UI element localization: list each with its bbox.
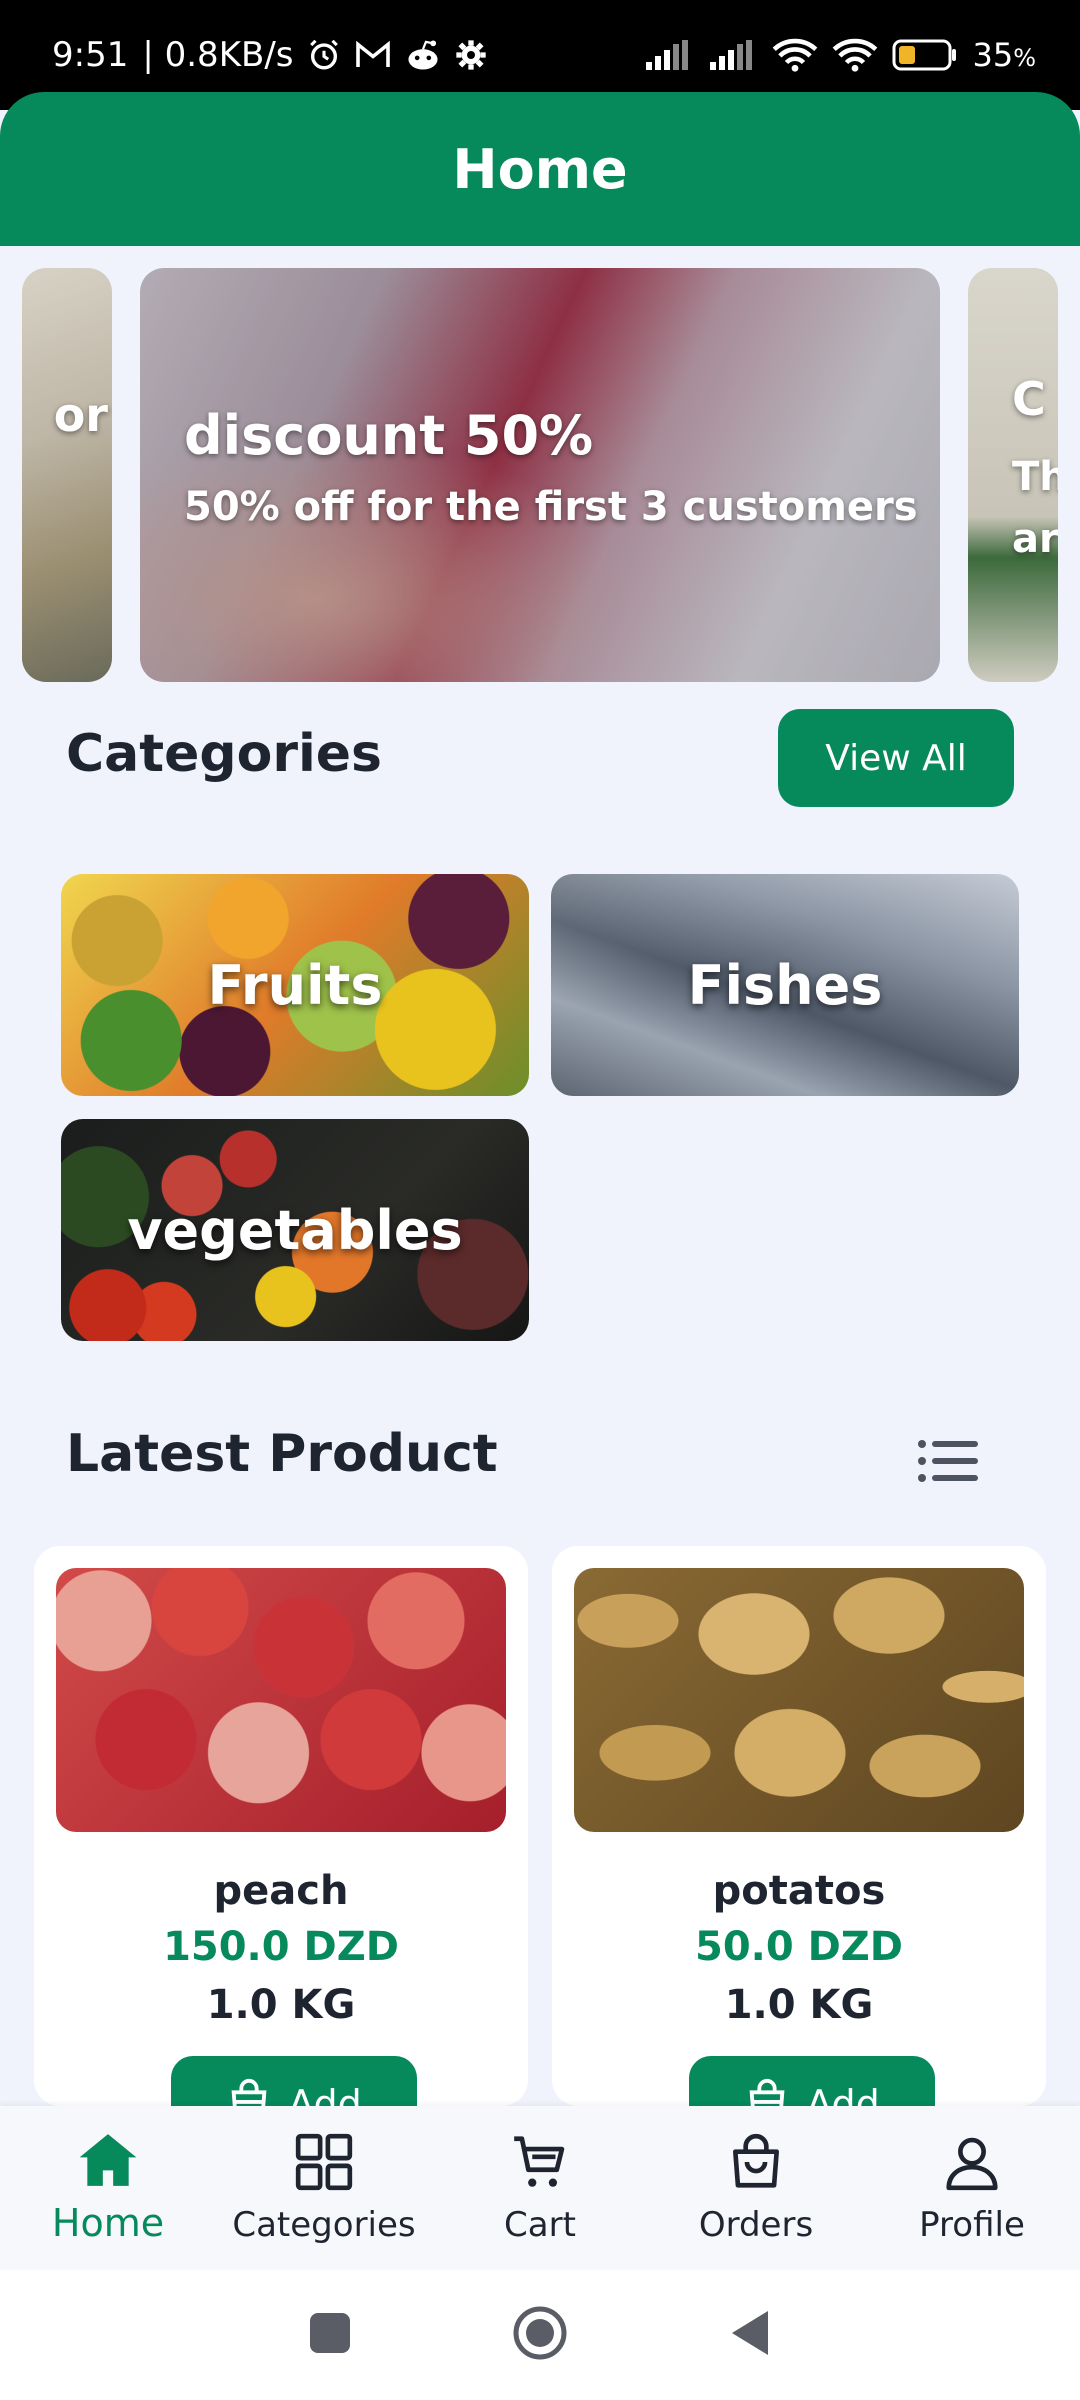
carousel-title: discount 50%	[184, 404, 594, 467]
nav-categories[interactable]: Categories	[224, 2131, 424, 2245]
user-icon	[941, 2131, 1003, 2197]
grid-icon	[293, 2131, 355, 2197]
nav-profile[interactable]: Profile	[872, 2131, 1072, 2245]
home-button[interactable]	[512, 2305, 568, 2365]
product-unit: 1.0 KG	[206, 1982, 356, 2028]
product-price: 50.0 DZD	[694, 1924, 904, 1970]
product-name: peach	[213, 1868, 349, 1914]
battery-icon	[892, 38, 958, 72]
add-label: Add	[288, 2082, 362, 2106]
app-header: Home	[0, 92, 1080, 246]
page-title: Home	[452, 137, 628, 201]
category-label: vegetables	[127, 1198, 463, 1262]
gmail-icon	[355, 40, 391, 70]
product-card-peach[interactable]: peach 150.0 DZD 1.0 KG Add	[34, 1546, 528, 2106]
status-right: 35%	[644, 36, 1036, 74]
product-unit: 1.0 KG	[724, 1982, 874, 2028]
nav-label: Home	[51, 2201, 165, 2245]
alarm-icon	[307, 38, 341, 72]
category-vegetables[interactable]: vegetables	[61, 1119, 529, 1341]
product-price: 150.0 DZD	[163, 1924, 399, 1970]
home-icon	[77, 2131, 139, 2193]
carousel-subtitle: 50% off for the first 3 customers	[184, 484, 918, 530]
reddit-icon	[405, 39, 441, 71]
carousel-slide-prev[interactable]: or	[22, 268, 112, 682]
add-to-cart-button[interactable]: Add	[171, 2056, 417, 2106]
carousel-slide-next[interactable]: C Th ar	[968, 268, 1058, 682]
product-name: potatos	[712, 1868, 886, 1914]
carousel-next-text-3: ar	[1012, 516, 1058, 562]
view-all-button[interactable]: View All	[778, 709, 1014, 807]
carousel-prev-text: or	[53, 388, 108, 442]
categories-title: Categories	[66, 724, 383, 784]
status-time: 9:51	[52, 35, 129, 75]
shopping-bag-icon	[744, 2077, 790, 2106]
category-fruits[interactable]: Fruits	[61, 874, 529, 1096]
wifi-icon	[832, 38, 878, 72]
cart-icon	[509, 2131, 571, 2197]
carousel-next-text-1: C	[1012, 372, 1046, 426]
signal-icon	[708, 40, 758, 70]
nav-orders[interactable]: Orders	[656, 2131, 856, 2245]
promo-carousel[interactable]: or discount 50% 50% off for the first 3 …	[0, 268, 1080, 682]
list-view-icon[interactable]	[916, 1436, 982, 1486]
signal-icon	[644, 40, 694, 70]
nav-cart[interactable]: Cart	[440, 2131, 640, 2245]
nav-label: Profile	[919, 2205, 1025, 2245]
nav-home[interactable]: Home	[8, 2131, 208, 2245]
product-image	[56, 1568, 506, 1832]
system-nav-bar	[0, 2270, 1080, 2400]
add-label: Add	[806, 2082, 880, 2106]
status-left: 9:51 | 0.8KB/s	[52, 35, 487, 75]
gear-icon	[455, 39, 487, 71]
category-label: Fruits	[207, 953, 383, 1017]
carousel-slide-discount[interactable]: discount 50% 50% off for the first 3 cus…	[140, 268, 940, 682]
category-fishes[interactable]: Fishes	[551, 874, 1019, 1096]
shopping-bag-icon	[725, 2131, 787, 2197]
nav-label: Cart	[504, 2205, 576, 2245]
shopping-bag-icon	[226, 2077, 272, 2106]
battery-percent: 35%	[972, 36, 1036, 74]
bottom-nav: Home Categories Cart Orders Profile	[0, 2106, 1080, 2270]
recent-apps-button[interactable]	[308, 2311, 352, 2359]
carousel-next-text-2: Th	[1012, 454, 1058, 500]
nav-label: Orders	[698, 2205, 814, 2245]
latest-product-title: Latest Product	[66, 1424, 498, 1484]
product-card-potatos[interactable]: potatos 50.0 DZD 1.0 KG Add	[552, 1546, 1046, 2106]
nav-label: Categories	[232, 2205, 416, 2245]
wifi-icon	[772, 38, 818, 72]
net-speed: | 0.8KB/s	[142, 35, 294, 75]
back-button[interactable]	[728, 2309, 772, 2361]
category-label: Fishes	[687, 953, 883, 1017]
product-image	[574, 1568, 1024, 1832]
add-to-cart-button[interactable]: Add	[689, 2056, 935, 2106]
